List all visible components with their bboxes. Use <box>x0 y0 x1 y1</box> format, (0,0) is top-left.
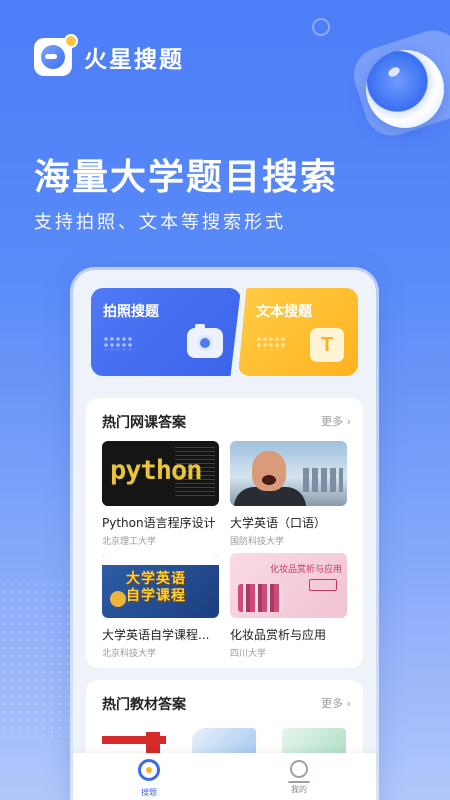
hero-title: 海量大学题目搜索 <box>34 157 339 198</box>
thumbnail-text: 化妆品赏析与应用 <box>270 565 343 575</box>
course-thumbnail: python <box>102 441 219 506</box>
bottom-tab-bar: 搜题 我的 <box>73 753 376 800</box>
section-title: 热门教材答案 <box>102 697 186 713</box>
course-card[interactable]: python Python语言程序设计 北京理工大学 <box>102 441 219 547</box>
course-thumbnail <box>230 441 347 506</box>
tab-label: 搜题 <box>141 788 157 797</box>
course-title: 大学英语自学课程... <box>102 628 210 642</box>
camera-icon <box>187 324 223 358</box>
decorative-ring <box>312 18 330 36</box>
course-school: 北京科技大学 <box>102 649 157 659</box>
section-title: 热门网课答案 <box>102 415 186 431</box>
section-header: 热门网课答案 更多 › <box>102 412 351 431</box>
more-textbooks-link[interactable]: 更多 › <box>321 695 351 711</box>
more-courses-link[interactable]: 更多 › <box>321 413 351 429</box>
course-title: 大学英语（口语） <box>230 516 327 530</box>
thumbnail-text: python <box>110 455 203 486</box>
course-thumbnail: 化妆品赏析与应用 <box>230 553 347 618</box>
course-title: Python语言程序设计 <box>102 516 216 530</box>
text-t-icon: T <box>310 328 344 362</box>
tab-search[interactable]: 搜题 <box>119 759 179 798</box>
course-card[interactable]: 大学英语 自学课程 大学英语自学课程... 北京科技大学 <box>102 553 219 659</box>
user-icon <box>288 760 310 783</box>
thumbnail-text: 大学英语 自学课程 <box>126 571 186 604</box>
course-school: 国防科技大学 <box>230 537 285 547</box>
dots-decoration <box>103 336 133 350</box>
decorative-camera-lens-icon <box>366 50 444 128</box>
hero-subtitle: 支持拍照、文本等搜索形式 <box>34 212 286 233</box>
phone-mockup: 拍照搜题 文本搜题 T 热门网课答案 更多 › python Python语言程… <box>73 270 376 800</box>
photo-search-label: 拍照搜题 <box>103 304 159 320</box>
section-header: 热门教材答案 更多 › <box>102 694 351 713</box>
course-card[interactable]: 化妆品赏析与应用 化妆品赏析与应用 四川大学 <box>230 553 347 659</box>
course-thumbnail: 大学英语 自学课程 <box>102 553 219 618</box>
course-title: 化妆品赏析与应用 <box>230 628 327 642</box>
text-search-label: 文本搜题 <box>256 304 312 320</box>
course-card[interactable]: 大学英语（口语） 国防科技大学 <box>230 441 347 547</box>
text-search-button[interactable]: 文本搜题 T <box>238 288 358 376</box>
brand: 火星搜题 <box>34 34 184 76</box>
course-school: 北京理工大学 <box>102 537 157 547</box>
photo-search-button[interactable]: 拍照搜题 <box>91 288 241 376</box>
tab-mine[interactable]: 我的 <box>269 759 329 795</box>
course-school: 四川大学 <box>230 649 267 659</box>
brand-name: 火星搜题 <box>84 47 184 73</box>
search-planet-icon <box>138 759 160 781</box>
hot-courses-section: 热门网课答案 更多 › python Python语言程序设计 北京理工大学 大… <box>86 398 363 668</box>
planet-logo-icon <box>34 34 78 76</box>
dots-decoration <box>256 336 286 350</box>
search-tools: 拍照搜题 文本搜题 T <box>91 288 358 376</box>
